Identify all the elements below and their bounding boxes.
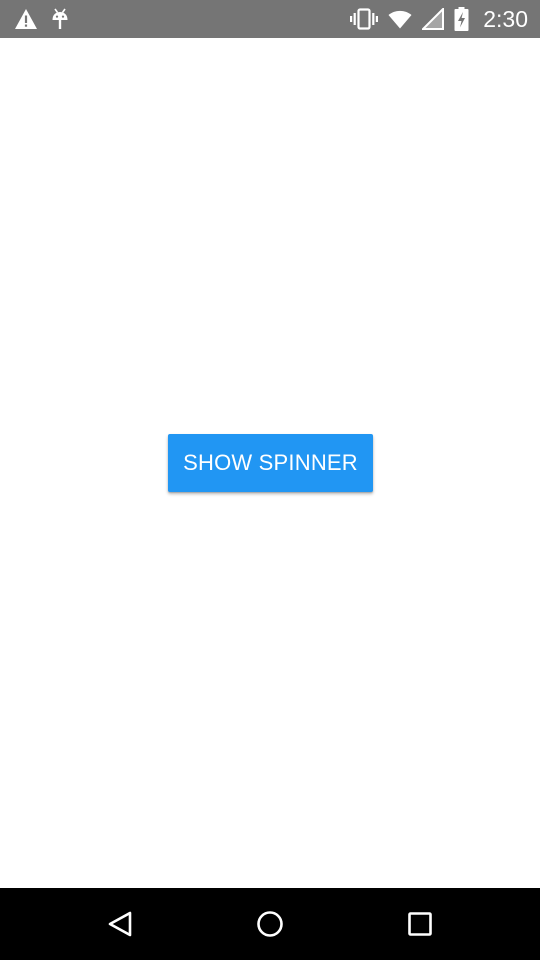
android-debug-icon [50,7,70,31]
main-content: SHOW SPINNER [0,38,540,888]
home-button[interactable] [220,888,320,960]
show-spinner-button[interactable]: SHOW SPINNER [168,434,373,492]
wifi-icon [388,9,412,29]
signal-icon [422,8,445,30]
status-left-icons [14,0,70,38]
battery-charging-icon [454,7,469,31]
recents-icon [407,911,433,937]
navigation-bar [0,888,540,960]
status-right-icons: 2:30 [350,0,528,38]
home-icon [255,909,285,939]
back-icon [106,910,134,938]
status-time: 2:30 [483,5,528,32]
vibrate-icon [350,8,379,30]
recents-button[interactable] [370,888,470,960]
back-button[interactable] [70,888,170,960]
warning-icon [14,8,38,30]
screen: 2:30 SHOW SPINNER [0,0,540,960]
status-bar: 2:30 [0,0,540,38]
